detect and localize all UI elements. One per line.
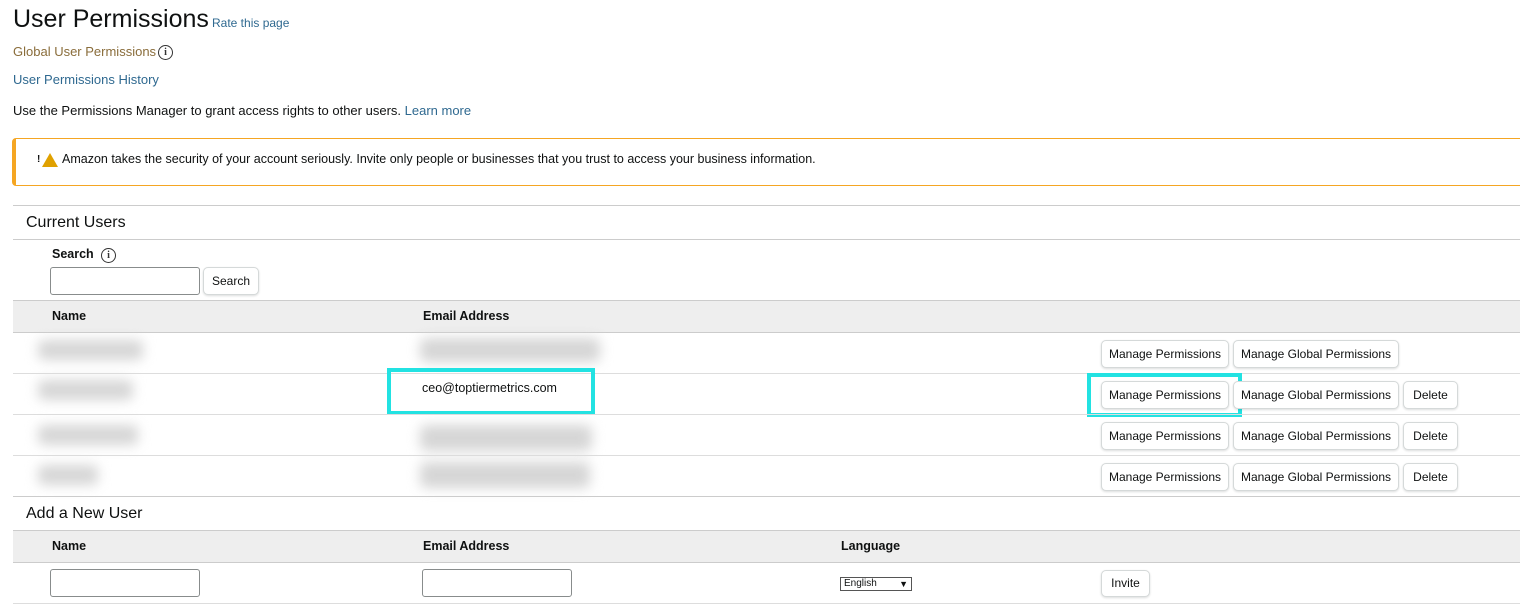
- search-input[interactable]: [50, 267, 200, 295]
- divider: [13, 496, 1520, 497]
- description-text: Use the Permissions Manager to grant acc…: [13, 103, 402, 118]
- manage-global-permissions-button[interactable]: Manage Global Permissions: [1233, 463, 1399, 491]
- user-permissions-page: User Permissions Rate this page Global U…: [0, 0, 1520, 611]
- delete-button[interactable]: Delete: [1403, 463, 1458, 491]
- row-divider: [13, 455, 1520, 456]
- permissions-description: Use the Permissions Manager to grant acc…: [13, 103, 471, 118]
- language-select[interactable]: English ▼: [840, 577, 912, 591]
- user-email: ceo@toptiermetrics.com: [422, 381, 557, 395]
- row-divider: [13, 414, 1520, 415]
- add-new-user-title: Add a New User: [26, 505, 143, 522]
- warning-icon-mark: !: [37, 154, 41, 165]
- redacted-email: [420, 338, 600, 362]
- redacted-name: [38, 380, 133, 400]
- info-icon[interactable]: i: [158, 45, 173, 60]
- redacted-name: [38, 425, 138, 445]
- invite-button[interactable]: Invite: [1101, 570, 1150, 597]
- column-header-email: Email Address: [423, 309, 510, 323]
- column-header-language: Language: [841, 539, 901, 553]
- current-users-table-header: Name Email Address: [13, 300, 1520, 333]
- search-button[interactable]: Search: [203, 267, 259, 295]
- redacted-email: [420, 462, 590, 488]
- language-selected-value: English: [844, 578, 877, 589]
- row-divider: [13, 603, 1520, 604]
- new-user-name-input[interactable]: [50, 569, 200, 597]
- alert-text: Amazon takes the security of your accoun…: [62, 152, 816, 166]
- row-divider: [13, 373, 1520, 374]
- user-permissions-history-link[interactable]: User Permissions History: [13, 72, 159, 87]
- column-header-name: Name: [52, 539, 87, 553]
- manage-permissions-button[interactable]: Manage Permissions: [1101, 422, 1229, 450]
- info-icon[interactable]: i: [101, 248, 116, 263]
- delete-button[interactable]: Delete: [1403, 422, 1458, 450]
- divider: [13, 239, 1520, 240]
- redacted-email: [420, 425, 592, 451]
- column-header-email: Email Address: [423, 539, 510, 553]
- column-header-name: Name: [52, 309, 87, 323]
- manage-permissions-button[interactable]: Manage Permissions: [1101, 340, 1229, 368]
- divider: [13, 205, 1520, 206]
- redacted-name: [38, 340, 143, 360]
- learn-more-link[interactable]: Learn more: [405, 103, 471, 118]
- redacted-name: [38, 465, 98, 485]
- search-label: Search: [52, 247, 94, 261]
- page-title: User Permissions: [13, 5, 209, 33]
- manage-global-permissions-button[interactable]: Manage Global Permissions: [1233, 381, 1399, 409]
- chevron-down-icon: ▼: [899, 579, 908, 589]
- new-user-email-input[interactable]: [422, 569, 572, 597]
- manage-global-permissions-button[interactable]: Manage Global Permissions: [1233, 340, 1399, 368]
- manage-global-permissions-button[interactable]: Manage Global Permissions: [1233, 422, 1399, 450]
- delete-button[interactable]: Delete: [1403, 381, 1458, 409]
- manage-permissions-button[interactable]: Manage Permissions: [1101, 463, 1229, 491]
- warning-icon: [42, 153, 58, 167]
- current-users-title: Current Users: [26, 214, 126, 231]
- manage-permissions-button[interactable]: Manage Permissions: [1101, 381, 1229, 409]
- global-user-permissions-link[interactable]: Global User Permissions: [13, 44, 156, 59]
- add-user-table-header: Name Email Address Language: [13, 530, 1520, 563]
- rate-page-link[interactable]: Rate this page: [212, 16, 289, 30]
